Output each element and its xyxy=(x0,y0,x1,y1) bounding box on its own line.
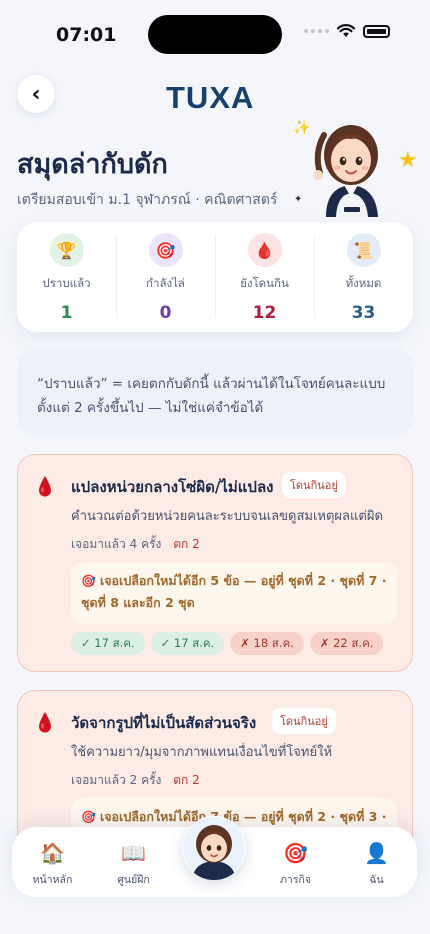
home-icon: 🏠 xyxy=(40,841,65,865)
tab-target[interactable]: 🎯 ภารกิจ xyxy=(255,827,336,897)
trap-meta: เจอมาแล้ว 2 ครั้ง ตก 2 xyxy=(71,771,200,790)
definition-note: “ปราบแล้ว” = เคยตกกับดักนี้ แล้วผ่านได้ใ… xyxy=(17,348,413,436)
mascot-button[interactable] xyxy=(182,816,246,880)
stat-item[interactable]: 📜 ทั้งหมด 33 xyxy=(314,222,413,332)
book-icon: 📖 xyxy=(121,841,146,865)
status-badge: โดนกินอยู่ xyxy=(282,472,346,498)
stat-label: ทั้งหมด xyxy=(345,276,382,290)
trap-title: แปลงหน่วยกลางโซ่ผิด/ไม่แปลง xyxy=(71,478,274,496)
mascot-illustration xyxy=(313,125,378,217)
signal-icon xyxy=(304,29,329,33)
hint-line-2: ชุดที่ 8 และอีก 2 ชุด xyxy=(81,595,195,610)
blood-drop-icon xyxy=(39,476,51,497)
attempt-chip: ✓ 17 ส.ค. xyxy=(150,632,225,655)
attempt-chip: ✓ 17 ส.ค. xyxy=(71,632,145,655)
user-icon: 👤 xyxy=(364,841,389,865)
trap-description: ใช้ความยาว/มุมจากภาพแทนเงื่อนไขที่โจทย์ใ… xyxy=(71,745,333,760)
target-icon: 🎯 xyxy=(81,574,96,588)
trap-title: วัดจากรูปที่ไม่เป็นสัดส่วนจริง xyxy=(71,714,257,732)
stat-value: 0 xyxy=(159,303,172,323)
star-icon: ★ xyxy=(398,148,418,173)
hint-line-1: เจอเปลือกใหม่ได้อีก 5 ข้อ — อยู่ที่ ชุดท… xyxy=(99,573,387,588)
status-time: 07:01 xyxy=(56,24,117,46)
tab-book[interactable]: 📖 ศูนย์ฝึก xyxy=(93,827,174,897)
sparkle-icon: ✦ xyxy=(294,194,303,205)
tab-user[interactable]: 👤 ฉัน xyxy=(336,827,417,897)
tuxa-logo: TUXA xyxy=(166,80,255,115)
stat-label: ยังโดนกิน xyxy=(240,276,289,290)
page-title: สมุดล่ากับดัก xyxy=(17,149,168,180)
target-icon: 🎯 xyxy=(148,233,183,267)
tab-label: ภารกิจ xyxy=(280,874,311,886)
stat-value: 1 xyxy=(60,303,73,323)
dynamic-island xyxy=(148,15,282,54)
note-line-1: “ปราบแล้ว” = เคยตกกับดักนี้ แล้วผ่านได้ใ… xyxy=(37,376,386,392)
stat-label: ปราบแล้ว xyxy=(42,276,91,290)
stat-label: กำลังไล่ xyxy=(146,276,185,290)
trophy-icon: 🏆 xyxy=(49,233,84,267)
tab-home[interactable]: 🏠 หน้าหลัก xyxy=(12,827,93,897)
stat-value: 33 xyxy=(351,303,376,323)
status-icons xyxy=(304,24,390,38)
status-bar: 07:01 xyxy=(0,0,430,62)
practice-hint[interactable]: 🎯 เจอเปลือกใหม่ได้อีก 5 ข้อ — อยู่ที่ ชุด… xyxy=(71,562,397,624)
mascot-icon xyxy=(183,817,245,880)
miss-count: ตก 2 xyxy=(173,537,200,551)
trap-meta: เจอมาแล้ว 4 ครั้ง ตก 2 xyxy=(71,535,200,554)
status-badge: โดนกินอยู่ xyxy=(272,708,336,734)
tab-label: หน้าหลัก xyxy=(32,874,73,886)
stat-value: 12 xyxy=(252,303,277,323)
tab-label: ฉัน xyxy=(369,874,384,886)
blood-drop-icon xyxy=(39,712,51,733)
target-icon: 🎯 xyxy=(283,841,308,865)
target-icon: 🎯 xyxy=(81,810,96,824)
scroll-icon: 📜 xyxy=(346,233,381,267)
stat-item[interactable]: 🩸 ยังโดนกิน 12 xyxy=(215,222,314,332)
miss-count: ตก 2 xyxy=(173,773,200,787)
attempt-chip: ✗ 18 ส.ค. xyxy=(230,632,304,655)
encounter-count: เจอมาแล้ว 4 ครั้ง xyxy=(71,537,162,551)
note-line-2: ตั้งแต่ 2 ครั้งขึ้นไป — ไม่ใช่แค่จำข้อได… xyxy=(37,400,264,416)
chevron-left-icon: ‹ xyxy=(31,81,41,107)
wifi-icon xyxy=(337,24,355,37)
trap-card[interactable]: แปลงหน่วยกลางโซ่ผิด/ไม่แปลง โดนกินอยู่ ค… xyxy=(17,454,413,672)
encounter-count: เจอมาแล้ว 2 ครั้ง xyxy=(71,773,162,787)
stat-item[interactable]: 🏆 ปราบแล้ว 1 xyxy=(17,222,116,332)
tab-label: ศูนย์ฝึก xyxy=(117,874,150,886)
stats-card: 🏆 ปราบแล้ว 1 🎯 กำลังไล่ 0 🩸 ยังโดนกิน 12 📜 ทั้งหมด… xyxy=(17,222,413,332)
battery-icon xyxy=(363,24,390,38)
back-button[interactable]: ‹ xyxy=(17,75,55,113)
trap-description: คำนวณต่อด้วยหน่วยคนละระบบจนเลขดูสมเหตุผล… xyxy=(71,509,383,524)
blood-drop-icon: 🩸 xyxy=(247,233,282,267)
attempt-history: ✓ 17 ส.ค. ✓ 17 ส.ค. ✗ 18 ส.ค. ✗ 22 ส.ค. xyxy=(71,632,384,655)
page-subtitle: เตรียมสอบเข้า ม.1 จุฬาภรณ์ · คณิตศาสตร์ xyxy=(17,192,278,208)
hint-line-1: เจอเปลือกใหม่ได้อีก 7 ข้อ — อยู่ที่ ชุดท… xyxy=(99,809,387,824)
attempt-chip: ✗ 22 ส.ค. xyxy=(309,632,384,655)
stat-item[interactable]: 🎯 กำลังไล่ 0 xyxy=(116,222,215,332)
